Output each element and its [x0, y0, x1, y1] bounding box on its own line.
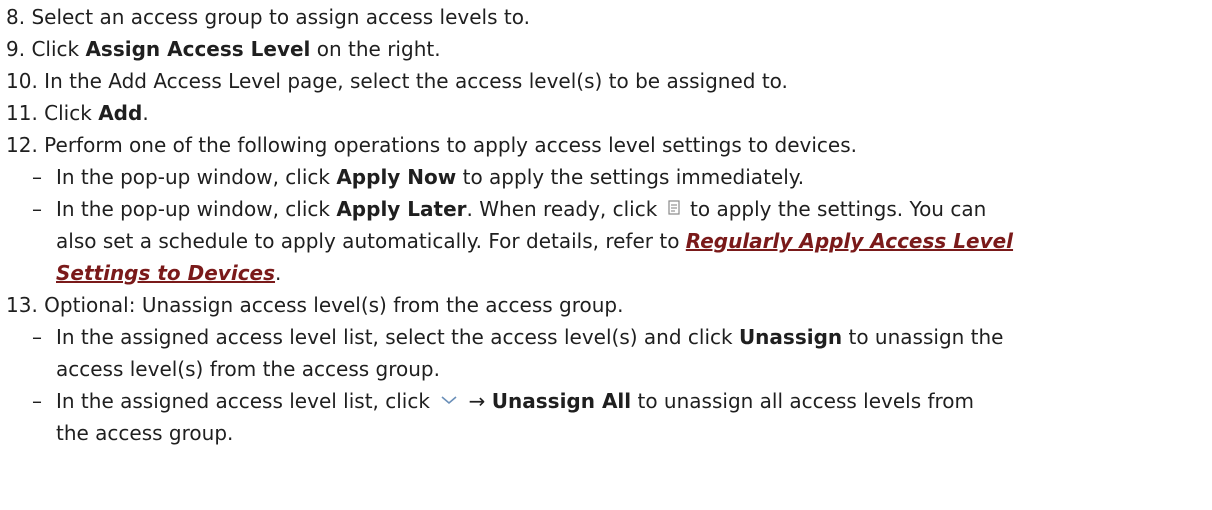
- step-13-b2-suffix: to unassign all access levels from: [631, 389, 975, 413]
- step-12: 12. Perform one of the following operati…: [6, 130, 857, 160]
- document-page: 8. Select an access group to assign acce…: [0, 0, 1212, 510]
- apply-now-label: Apply Now: [336, 165, 457, 189]
- step-13-b1-prefix: In the assigned access level list, selec…: [56, 325, 739, 349]
- step-12-b1-suffix: to apply the settings immediately.: [456, 165, 805, 189]
- step-11-suffix: .: [142, 101, 149, 125]
- apply-later-label: Apply Later: [336, 197, 467, 221]
- step-12-b2-end: .: [275, 261, 282, 285]
- step-13-bullet-2: – In the assigned access level list, clic…: [32, 386, 974, 418]
- step-13-bullet-1-cont: access level(s) from the access group.: [56, 354, 440, 384]
- step-12-bullet-2-cont: also set a schedule to apply automatical…: [56, 226, 1013, 256]
- step-10-text: 10. In the Add Access Level page, select…: [6, 69, 788, 93]
- step-13-b2-arrow: →: [462, 389, 492, 413]
- step-12-b1-prefix: In the pop-up window, click: [56, 165, 337, 189]
- step-9-suffix: on the right.: [310, 37, 441, 61]
- step-12-bullet-2-cont2: Settings to Devices.: [56, 258, 281, 288]
- step-13-bullet-1: – In the assigned access level list, sele…: [32, 322, 1004, 352]
- bullet-dash: –: [32, 197, 42, 221]
- step-10: 10. In the Add Access Level page, select…: [6, 66, 788, 96]
- bullet-dash: –: [32, 325, 42, 349]
- bullet-dash: –: [32, 165, 42, 189]
- step-13-b2-prefix: In the assigned access level list, click: [56, 389, 437, 413]
- apply-settings-icon: [664, 196, 684, 226]
- step-13: 13. Optional: Unassign access level(s) f…: [6, 290, 623, 320]
- step-8-text: 8. Select an access group to assign acce…: [6, 5, 530, 29]
- chevron-down-icon: [436, 388, 462, 418]
- regularly-apply-link-cont[interactable]: Settings to Devices: [56, 261, 275, 285]
- step-12-bullet-2: – In the pop-up window, click Apply Later…: [32, 194, 986, 226]
- bullet-dash: –: [32, 389, 42, 413]
- step-13-b1-line2: access level(s) from the access group.: [56, 357, 440, 381]
- step-9: 9. Click Assign Access Level on the righ…: [6, 34, 441, 64]
- step-13-b2-line2: the access group.: [56, 421, 234, 445]
- step-12-b2-prefix: In the pop-up window, click: [56, 197, 337, 221]
- step-8: 8. Select an access group to assign acce…: [6, 2, 530, 32]
- step-11-prefix: 11. Click: [6, 101, 99, 125]
- step-13-text: 13. Optional: Unassign access level(s) f…: [6, 293, 624, 317]
- unassign-all-label: Unassign All: [491, 389, 632, 413]
- assign-access-level-label: Assign Access Level: [85, 37, 311, 61]
- unassign-label: Unassign: [738, 325, 843, 349]
- step-13-bullet-2-cont: the access group.: [56, 418, 233, 448]
- step-12-b2-after-icon: to apply the settings. You can: [683, 197, 987, 221]
- step-12-b2-mid: . When ready, click: [466, 197, 664, 221]
- regularly-apply-link[interactable]: Regularly Apply Access Level: [686, 229, 1013, 253]
- add-label: Add: [98, 101, 143, 125]
- step-9-prefix: 9. Click: [6, 37, 86, 61]
- step-11: 11. Click Add.: [6, 98, 149, 128]
- step-12-b2-line2: also set a schedule to apply automatical…: [56, 229, 686, 253]
- step-12-bullet-1: – In the pop-up window, click Apply Now t…: [32, 162, 804, 192]
- step-12-text: 12. Perform one of the following operati…: [6, 133, 858, 157]
- step-13-b1-suffix: to unassign the: [842, 325, 1004, 349]
